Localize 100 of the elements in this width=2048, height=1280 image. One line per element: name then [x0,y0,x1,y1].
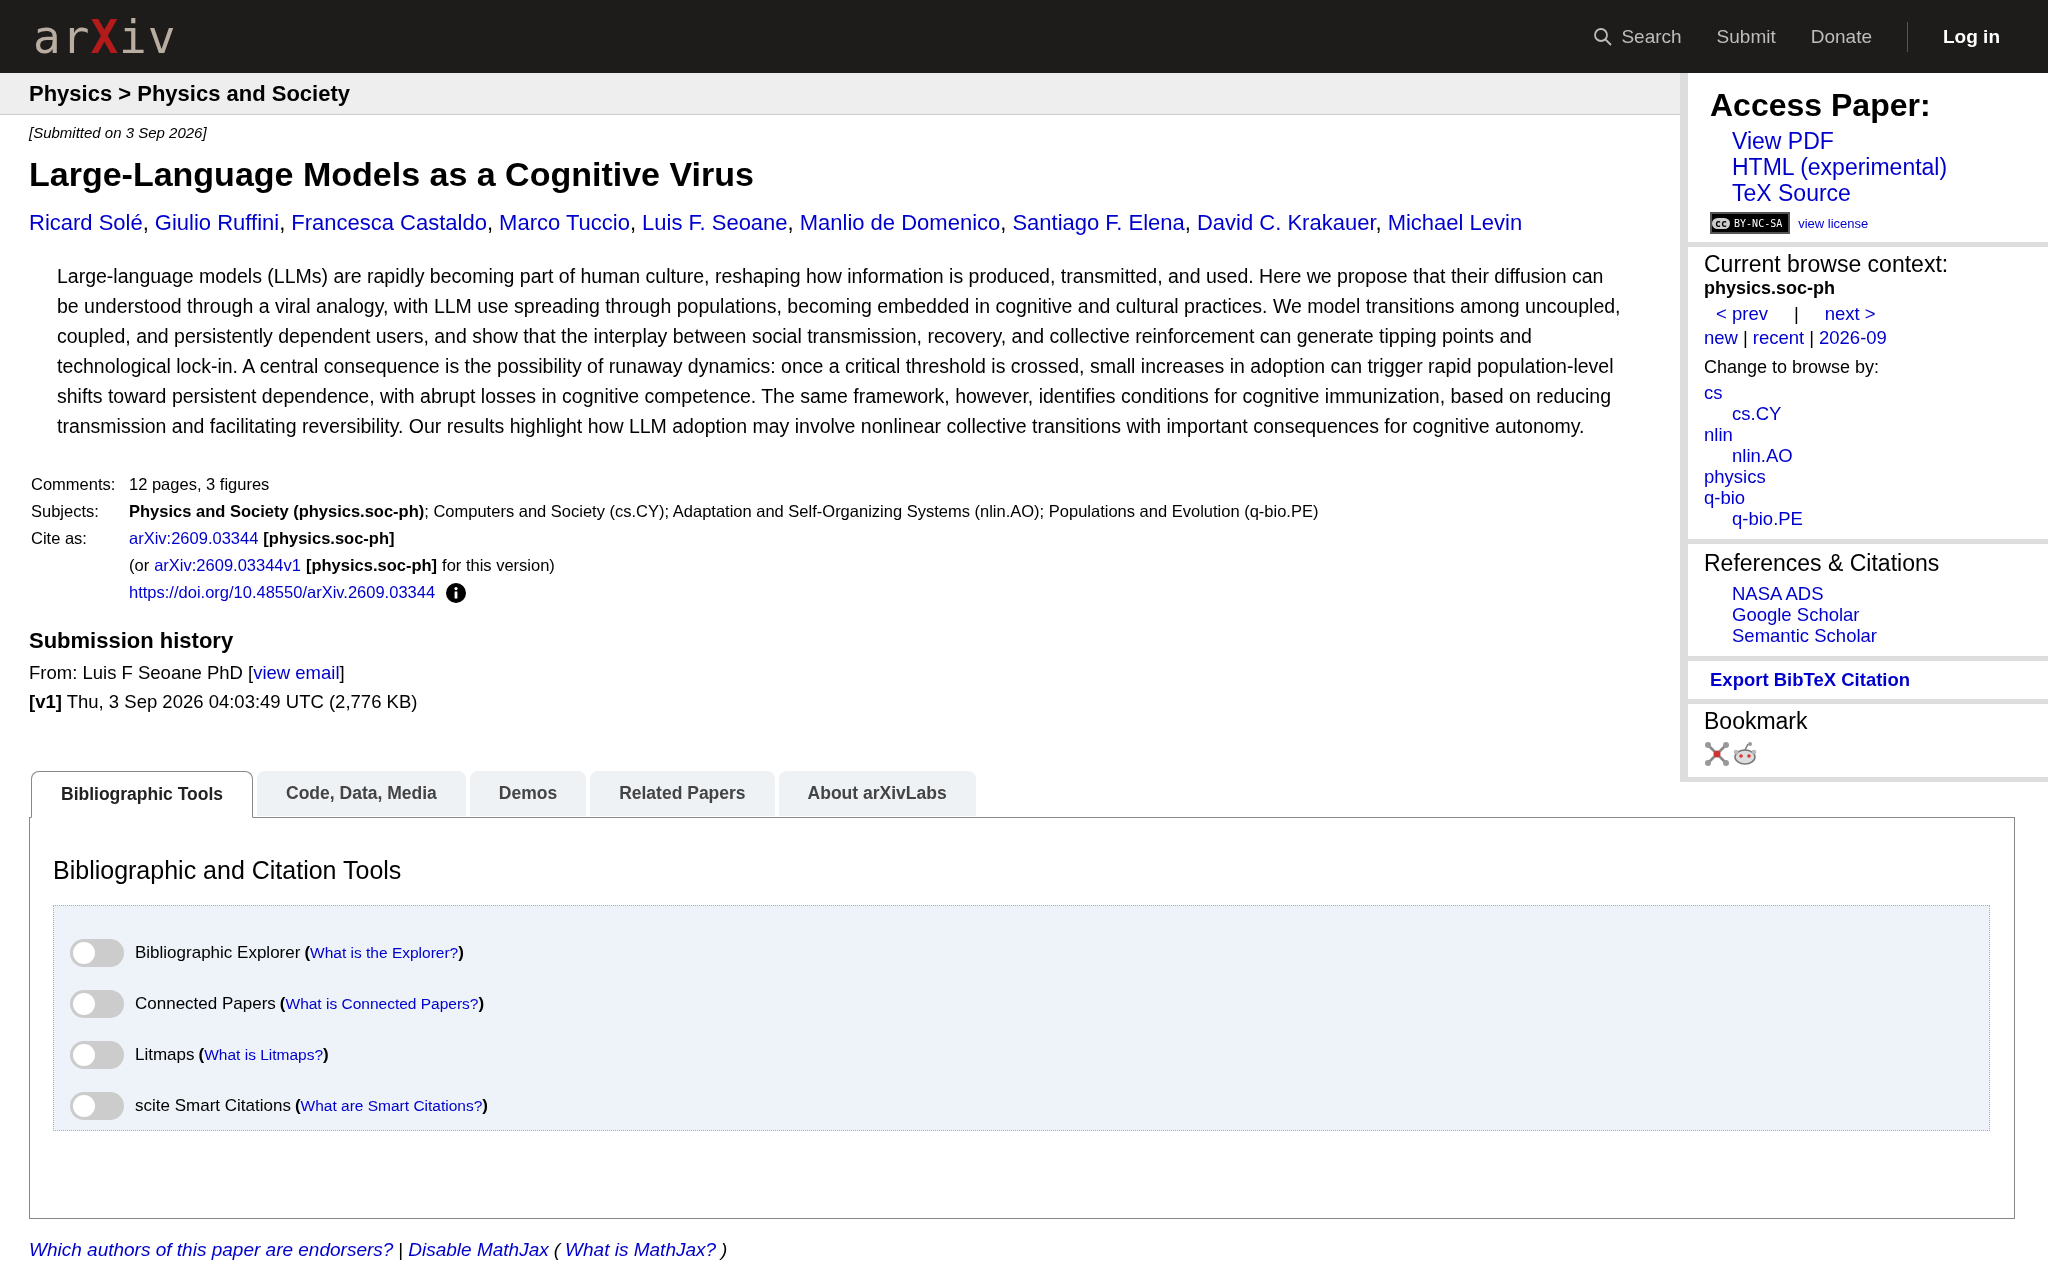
subcategory-link[interactable]: nlin.AO [1732,445,1793,466]
author-link[interactable]: Michael Levin [1387,210,1523,235]
logo[interactable]: arXiv [33,9,177,64]
author-link[interactable]: Santiago F. Elena [1012,210,1185,235]
help-link[interactable]: What are Smart Citations? [300,1096,483,1115]
link[interactable]: view email [253,662,340,683]
help-link[interactable]: What is the Explorer? [310,943,459,962]
author-link[interactable]: Francesca Castaldo [291,210,487,235]
link[interactable]: arXiv:2609.03344 [129,525,259,552]
tab[interactable]: Code, Data, Media [257,771,466,816]
link[interactable]: https://doi.org/10.48550/arXiv.2609.03344 [129,579,436,606]
tab[interactable]: Related Papers [590,771,775,816]
metadata-label: Subjects: [30,501,100,522]
category-link[interactable]: cs [1704,382,1723,403]
author-link[interactable]: David C. Krakauer [1196,210,1376,235]
subcategory-link[interactable]: cs.CY [1732,403,1782,424]
network-icon[interactable] [1704,741,1730,767]
tab[interactable]: About arXivLabs [778,771,976,816]
toggle-switch[interactable] [70,938,124,967]
separator: , [1000,210,1007,235]
toggle-switch[interactable] [70,1040,124,1069]
subcategory-link[interactable]: q-bio.PE [1732,508,1803,529]
sidebar-heading: References & Citations [1704,550,1941,577]
sidebar-heading: Bookmark [1704,708,1809,735]
reference-link[interactable]: NASA ADS [1732,583,1824,604]
paren: ) [458,942,464,963]
paren: ) [482,1095,488,1116]
login-link[interactable]: Log in [1943,25,2000,48]
next-link[interactable]: next > [1824,303,1876,325]
separator: | [1742,327,1748,348]
access-link[interactable]: View PDF [1732,128,1834,154]
submitter-text: ] [339,662,345,683]
toggle-switch[interactable] [70,1091,124,1120]
paren: ( [279,993,286,1014]
version-entry: [v1] Thu, 3 Sep 2026 04:03:49 UTC (2,776 KB) [29,690,419,714]
paren: ( [198,1044,205,1065]
category-label: [physics.soc-ph] [305,555,438,576]
paren: ( [304,942,311,963]
tool-label: Litmaps [135,1044,195,1065]
category-link[interactable]: q-bio [1704,487,1746,508]
author-link[interactable]: Ricard Solé [29,210,143,235]
footer-link[interactable]: Disable MathJax [408,1239,549,1261]
help-link[interactable]: What is Litmaps? [204,1045,324,1064]
paren: ) [323,1044,329,1065]
tab[interactable]: Bibliographic Tools [31,771,254,818]
help-link[interactable]: What is Connected Papers? [285,994,479,1013]
author-link[interactable]: Marco Tuccio [499,210,630,235]
footer-text: | [398,1239,404,1261]
category-link[interactable]: nlin [1704,424,1733,445]
robot-head-icon[interactable] [1732,741,1758,767]
nav-link[interactable]: Submit [1716,25,1776,48]
list-link[interactable]: 2026-09 [1819,327,1887,348]
metadata-value: 12 pages, 3 figures [129,474,270,495]
separator: , [1184,210,1191,235]
list-link[interactable]: new [1704,327,1738,348]
tool-label: scite Smart Citations [135,1095,291,1116]
info-icon[interactable] [446,582,467,603]
separator: | [1793,303,1799,325]
submission-date: [Submitted on 3 Sep 2026] [29,124,208,141]
metadata-value: Physics and Society (physics.soc-ph); Computers and Society (cs.CY); Adaptation and Self-Organizing Systems (nlin.AO); Populations and Evolution (q-bio.PE) [129,501,1319,522]
reference-link[interactable]: Google Scholar [1732,604,1860,625]
toggle-switch[interactable] [70,989,124,1018]
access-link[interactable]: TeX Source [1732,180,1851,206]
tab[interactable]: Demos [469,771,587,816]
metadata-label: Cite as: [30,528,88,549]
sidebar-heading: Access Paper: [1710,87,1932,124]
separator: , [629,210,637,235]
author-link[interactable]: Giulio Ruffini [154,210,280,235]
access-link[interactable]: HTML (experimental) [1732,154,1948,180]
license-link[interactable]: view license [1798,215,1869,231]
link[interactable]: arXiv:2609.03344v1 [154,552,301,579]
sidebar-heading: Current browse context: [1704,251,1950,278]
footer-text: ( [553,1239,561,1261]
footer-link[interactable]: Which authors of this paper are endorsers? [29,1239,394,1261]
separator: , [142,210,149,235]
abstract: Large-language models (LLMs) are rapidly becoming part of human culture, reshaping how information is produced, transmitted, and used. Here we propose that their diffusion can be understood through a viral analogy, with LLM use spreading through populations, becoming embedded in cognitive and cultural practices. We model transitions among uncoupled, coupled, and persistently dependent users, and show that the interplay between social transmission, recovery, and collective reinforcement can generate tipping points and technological lock-in. A central consequence is the possibility of runaway dynamics: once a critical threshold is crossed, small increases in adoption can trigger rapid population-level shifts toward persistent dependence, with abrupt losses in cognitive competence. The same framework, however, identifies conditions for cognitive immunization, based on reducing transmission and facilitating reversibility. Our results highlight how LLM adoption may involve nonlinear collective transitions with important consequences for cognitive autonomy. [57,264,1621,439]
prev-link[interactable]: < prev [1716,303,1768,325]
separator: , [787,210,794,235]
footer-link[interactable]: What is MathJax? [565,1239,717,1261]
author-link[interactable]: Manlio de Domenico [799,210,1001,235]
footer-text: ) [721,1239,728,1261]
license-badge[interactable]: cc BY-NC-SA [1710,212,1791,234]
breadcrumb[interactable]: Physics > Physics and Society [29,80,350,107]
category-link[interactable]: physics [1704,466,1766,487]
section-heading: Submission history [29,628,235,654]
tool-label: Bibliographic Explorer [135,942,301,963]
list-link[interactable]: recent [1752,327,1805,348]
separator: , [1375,210,1382,235]
tool-label: Connected Papers [135,993,276,1014]
paper-title: Large-Language Models as a Cognitive Virus [29,155,755,194]
author-link[interactable]: Luis F. Seoane [642,210,788,235]
search-link[interactable]: Search [1593,25,1682,48]
reference-link[interactable]: Semantic Scholar [1732,625,1877,646]
metadata-value: (or [129,555,150,576]
search-icon [1593,26,1614,47]
separator: , [279,210,286,235]
submitter-text: From: Luis F Seoane PhD [ [29,662,254,683]
nav-link[interactable]: Donate [1810,25,1872,48]
panel-heading: Bibliographic and Citation Tools [53,856,403,885]
category-label: [physics.soc-ph] [263,528,395,549]
